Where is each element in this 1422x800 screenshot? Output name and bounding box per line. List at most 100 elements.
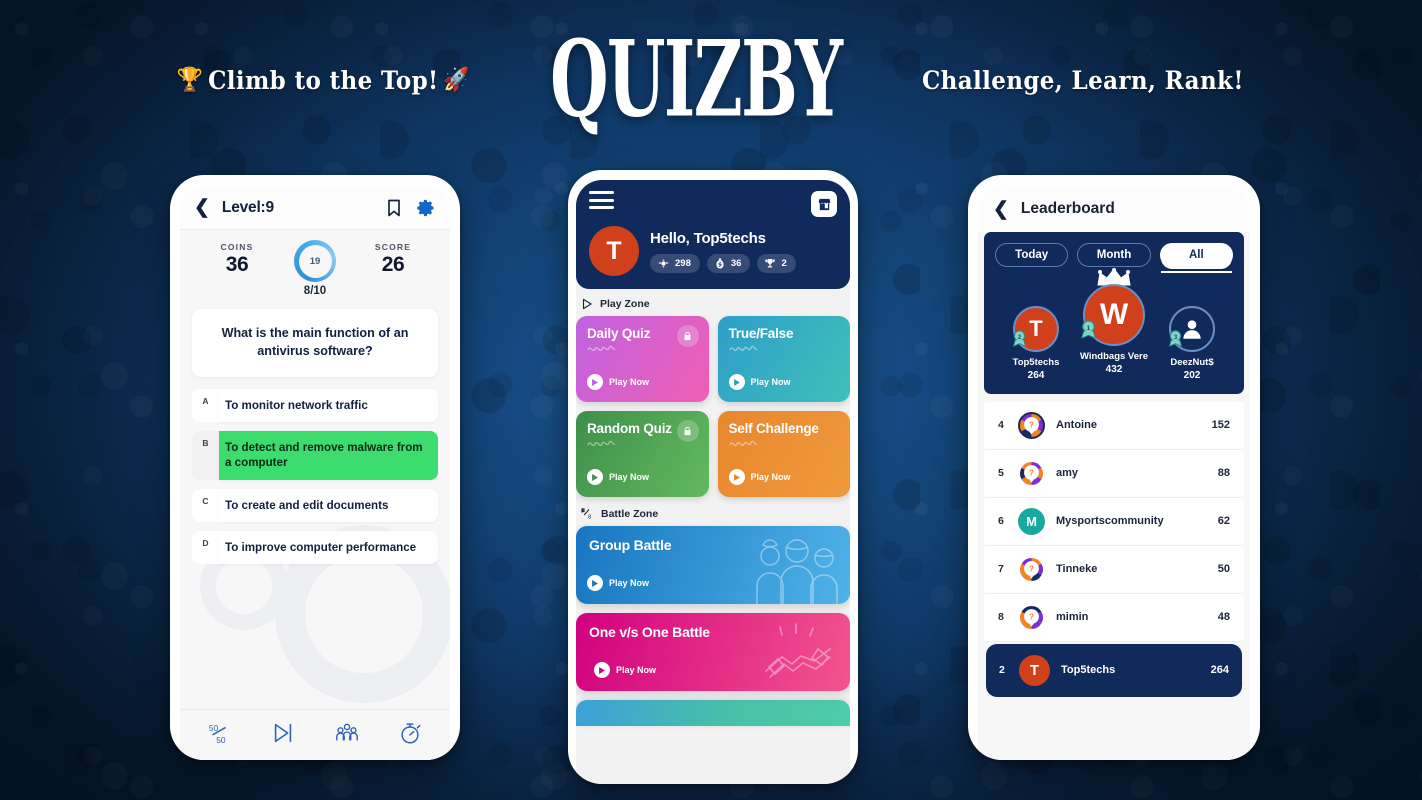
answer-option[interactable]: D To improve computer performance (192, 530, 438, 565)
medal-icon: 3 (1168, 330, 1183, 347)
player-name: mimin (1056, 611, 1089, 624)
answer-options-list: A To monitor network traffic B To detect… (180, 388, 450, 573)
rank: 5 (998, 467, 1004, 480)
play-now-button[interactable]: Play Now (594, 662, 656, 678)
lock-icon (676, 325, 699, 347)
rank: 8 (998, 611, 1004, 624)
user-stat-pills: 298 36 2 (650, 253, 796, 273)
answer-text: To improve computer performance (219, 530, 438, 565)
avatar-initial: T (1019, 654, 1050, 686)
tab-all[interactable]: All (1159, 243, 1233, 273)
play-zone-header: Play Zone (580, 297, 850, 311)
avatar-initial: M (1018, 507, 1045, 535)
play-now-button[interactable]: Play Now (587, 469, 649, 485)
battle-card-one-vs-one[interactable]: One v/s One Battle Play Now (576, 613, 850, 691)
table-row[interactable]: 5 ? amy 88 (984, 449, 1244, 498)
answer-option[interactable]: A To monitor network traffic (192, 388, 438, 423)
coins-value: 36 (225, 253, 249, 276)
trophy-value: 2 (781, 257, 787, 269)
player-score: 62 (1217, 515, 1230, 528)
wave-decoration-icon (728, 345, 757, 352)
play-icon (728, 374, 745, 390)
battle-zone-label: Battle Zone (601, 507, 659, 520)
answer-option-selected[interactable]: B To detect and remove malware from a co… (192, 431, 438, 480)
player-name: Tinneke (1056, 563, 1098, 576)
play-now-button[interactable]: Play Now (728, 374, 791, 390)
table-row[interactable]: 4 ? Antoine 152 (984, 401, 1244, 450)
poster-canvas: 🏆 Climb to the Top! 🚀 QUIZBY Challenge, … (0, 0, 1422, 800)
podium-name: Windbags Vere (1079, 351, 1149, 362)
phone-mockup-leaderboard: ❮ Leaderboard Today Month All T 2 Top5te… (968, 175, 1260, 760)
player-name: Mysportscommunity (1056, 515, 1164, 528)
question-timer: 19 8/10 (294, 240, 336, 297)
play-now-label: Play Now (750, 472, 791, 482)
play-icon (587, 469, 603, 485)
table-row[interactable]: 8 ? mimin 48 (984, 593, 1244, 642)
answer-option[interactable]: C To create and edit documents (192, 488, 438, 522)
player-score: 264 (1210, 664, 1229, 677)
svg-text:?: ? (1029, 420, 1034, 429)
poster-header: 🏆 Climb to the Top! 🚀 QUIZBY Challenge, … (0, 0, 1422, 160)
podium-second-place[interactable]: T 2 Top5techs 264 (997, 306, 1075, 381)
rank-badge-stat: 298 (650, 253, 700, 273)
player-name: Top5techs (1061, 664, 1116, 677)
table-row[interactable]: 7 ? Tinneke 50 (984, 545, 1244, 594)
tagline-left-text: Climb to the Top! (208, 65, 439, 95)
home-screen: T Hello, Top5techs 298 36 2 Play Zone Da… (576, 180, 850, 784)
quiz-card-truefalse[interactable]: True/False Play Now (717, 316, 850, 402)
next-card-peek[interactable] (576, 700, 850, 726)
play-icon (594, 662, 610, 678)
skip-question-icon[interactable] (270, 720, 296, 746)
answer-text: To monitor network traffic (219, 388, 438, 423)
battle-zone-header: 8 8 Battle Zone (580, 506, 850, 521)
quiz-card-random[interactable]: Random Quiz Play Now (576, 411, 709, 497)
score-label: SCORE (374, 242, 412, 252)
gear-icon[interactable] (416, 198, 436, 218)
store-icon[interactable] (811, 191, 837, 217)
quiz-card-daily[interactable]: Daily Quiz Play Now (576, 316, 709, 402)
fifty-fifty-icon[interactable]: 50 50 (207, 720, 233, 746)
home-hero-panel: T Hello, Top5techs 298 36 2 (576, 180, 850, 289)
ask-audience-icon[interactable] (334, 720, 360, 746)
hero-top-row (589, 191, 837, 217)
podium-score: 202 (1183, 369, 1201, 381)
rank: 7 (998, 563, 1004, 576)
extra-time-icon[interactable] (397, 720, 423, 746)
player-name: amy (1056, 467, 1079, 480)
tagline-right-text: Challenge, Learn, Rank! (922, 65, 1244, 95)
podium-score: 264 (1027, 369, 1045, 381)
table-row[interactable]: 6 M Mysportscommunity 62 (984, 497, 1244, 546)
leaderboard-tabs: Today Month All (993, 243, 1235, 273)
avatar[interactable]: T (589, 226, 639, 276)
play-icon (587, 374, 603, 390)
phone-mockup-quiz: ❮ Level:9 COINS 36 19 8/10 SCORE 26 What… (170, 175, 460, 760)
chevron-left-icon[interactable]: ❮ (194, 198, 210, 217)
play-now-button[interactable]: Play Now (587, 374, 649, 390)
hero-user-row: T Hello, Top5techs 298 36 2 (589, 226, 837, 276)
podium-first-place[interactable]: W 1 Windbags Vere 432 (1075, 268, 1153, 375)
tab-month[interactable]: Month (1077, 243, 1151, 267)
play-now-button[interactable]: Play Now (587, 575, 649, 591)
battle-card-group[interactable]: Group Battle Play Now (576, 526, 850, 604)
question-ring-icon: ? (1020, 557, 1043, 581)
tagline-left: 🏆 Climb to the Top! 🚀 (177, 66, 470, 95)
answer-text: To detect and remove malware from a comp… (219, 431, 438, 480)
podium-score: 432 (1105, 363, 1123, 375)
rank-badge-value: 298 (675, 257, 691, 269)
play-icon (587, 575, 603, 591)
podium-third-place[interactable]: 3 DeezNut$ 202 (1153, 306, 1231, 381)
quiz-card-self-challenge[interactable]: Self Challenge Play Now (717, 411, 850, 497)
page-title: Leaderboard (1020, 200, 1115, 217)
player-score: 48 (1217, 611, 1230, 624)
play-now-button[interactable]: Play Now (728, 469, 791, 485)
current-user-row[interactable]: 2 T Top5techs 264 (986, 643, 1242, 697)
avatar: T 2 (1012, 306, 1059, 352)
hamburger-menu-icon[interactable] (589, 191, 614, 214)
wave-decoration-icon (587, 440, 616, 447)
answer-text: To create and edit documents (219, 488, 438, 522)
chevron-left-icon[interactable]: ❮ (993, 200, 1009, 219)
play-now-label: Play Now (616, 665, 657, 675)
play-now-label: Play Now (609, 472, 650, 482)
bookmark-icon[interactable] (384, 198, 404, 218)
tab-today[interactable]: Today (995, 243, 1069, 267)
